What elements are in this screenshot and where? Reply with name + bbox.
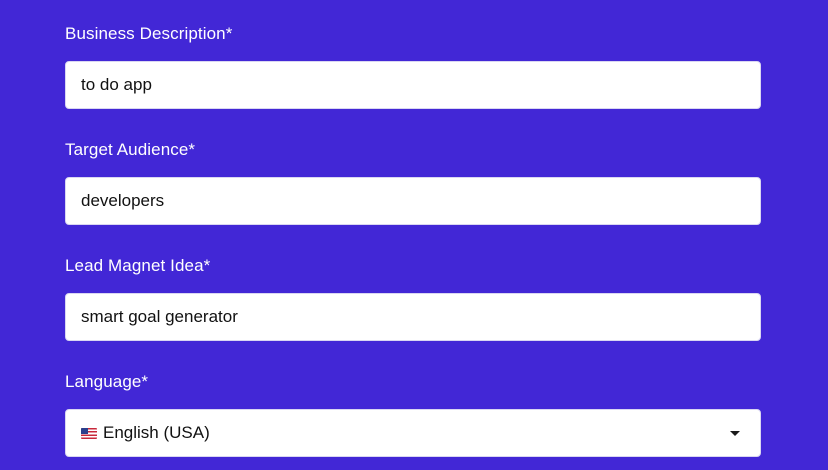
language-select[interactable]: English (USA) [65, 409, 761, 457]
caret-down-icon[interactable] [730, 430, 740, 436]
language-field: Language* English (USA) [65, 372, 761, 457]
lead-magnet-idea-input[interactable]: smart goal generator [65, 293, 761, 341]
target-audience-value: developers [81, 191, 165, 210]
lead-magnet-idea-label: Lead Magnet Idea* [65, 256, 211, 275]
lead-magnet-idea-value: smart goal generator [81, 307, 238, 326]
us-flag-icon [81, 427, 97, 439]
lead-magnet-form: Business Description* to do app Target A… [0, 0, 828, 470]
business-description-value: to do app [81, 75, 152, 94]
target-audience-field: Target Audience* developers [65, 140, 761, 225]
language-label: Language* [65, 372, 149, 391]
lead-magnet-idea-field: Lead Magnet Idea* smart goal generator [65, 256, 761, 341]
language-selected-value: English (USA) [103, 423, 210, 442]
business-description-field: Business Description* to do app [65, 24, 761, 109]
language-selected-option: English (USA) [81, 423, 210, 443]
target-audience-label: Target Audience* [65, 140, 196, 159]
target-audience-input[interactable]: developers [65, 177, 761, 225]
business-description-input[interactable]: to do app [65, 61, 761, 109]
business-description-label: Business Description* [65, 24, 233, 43]
